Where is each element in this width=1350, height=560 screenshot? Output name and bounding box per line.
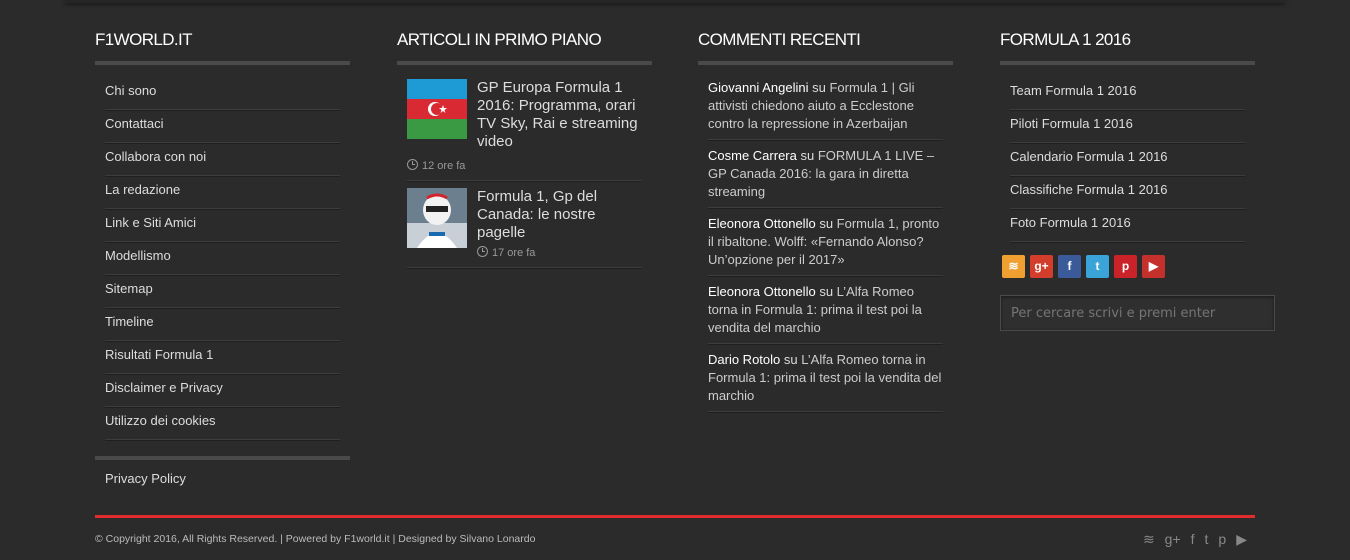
site-link-item[interactable]: Disclaimer e Privacy — [105, 375, 340, 407]
site-link-item[interactable]: Contattaci — [105, 111, 340, 143]
widget-featured-articles: ARTICOLI IN PRIMO PIANO GP Europa Formul… — [397, 26, 652, 268]
site-link-item[interactable]: La redazione — [105, 177, 340, 209]
google-plus-icon[interactable]: g+ — [1165, 531, 1181, 547]
site-links-list: Chi sono Contattaci Collabora con noi La re… — [105, 78, 340, 440]
post-time: 12 ore fa — [407, 151, 642, 172]
comment-on-label: su — [800, 148, 815, 163]
footer-social-icons: ≋ g+ f t p ▶ — [1133, 531, 1247, 549]
widget-recent-comments: COMMENTI RECENTI Giovanni Angelini su Fo… — [698, 26, 953, 419]
formula1-link-item[interactable]: Piloti Formula 1 2016 — [1010, 111, 1245, 143]
widget-privacy: Privacy Policy — [95, 456, 350, 498]
site-link-item[interactable]: Risultati Formula 1 — [105, 342, 340, 374]
site-link-item[interactable]: Chi sono — [105, 78, 340, 110]
footer-divider — [95, 515, 1255, 518]
comment-on-label: su — [783, 352, 798, 367]
comment-author-link[interactable]: Eleonora Ottonello — [708, 284, 816, 299]
site-link-item[interactable]: Link e Siti Amici — [105, 210, 340, 242]
recent-comments-list: Giovanni Angelini su Formula 1 | Gli att… — [708, 79, 943, 412]
comment-item: Dario Rotolo su L’Alfa Romeo torna in Fo… — [708, 351, 943, 412]
header-bottom-shadow — [65, 0, 1285, 3]
pinterest-icon[interactable]: p — [1114, 255, 1137, 278]
comment-on-label: su — [819, 284, 834, 299]
comment-item: Cosme Carrera su FORMULA 1 LIVE – GP Can… — [708, 147, 943, 208]
rss-icon[interactable]: ≋ — [1002, 255, 1025, 278]
social-icons: ≋ g+ f t p ▶ — [1002, 255, 1255, 279]
formula1-link-item[interactable]: Foto Formula 1 2016 — [1010, 210, 1245, 242]
site-link-item[interactable]: Sitemap — [105, 276, 340, 308]
widget-formula1-2016: FORMULA 1 2016 Team Formula 1 2016 Piloti… — [1000, 26, 1275, 331]
comment-author-link[interactable]: Cosme Carrera — [708, 148, 797, 163]
formula1-links-list: Team Formula 1 2016 Piloti Formula 1 2016… — [1010, 78, 1245, 242]
comment-item: Eleonora Ottonello su Formula 1, pronto … — [708, 215, 943, 276]
widget-title: F1WORLD.IT — [95, 26, 350, 65]
facebook-icon[interactable]: f — [1058, 255, 1081, 278]
twitter-icon[interactable]: t — [1205, 531, 1209, 547]
formula1-link-item[interactable]: Classifiche Formula 1 2016 — [1010, 177, 1245, 209]
widget-title: COMMENTI RECENTI — [698, 26, 953, 65]
comment-on-label: su — [812, 80, 826, 95]
comment-item: Giovanni Angelini su Formula 1 | Gli att… — [708, 79, 943, 140]
site-link-item[interactable]: Collabora con noi — [105, 144, 340, 176]
google-plus-icon[interactable]: g+ — [1030, 255, 1053, 278]
widget-f1world: F1WORLD.IT Chi sono Contattaci Collabora c… — [95, 26, 350, 441]
privacy-policy-link[interactable]: Privacy Policy — [105, 466, 340, 497]
site-link-item[interactable]: Utilizzo dei cookies — [105, 408, 340, 440]
formula1-link-item[interactable]: Calendario Formula 1 2016 — [1010, 144, 1245, 176]
search-input[interactable] — [1000, 295, 1275, 331]
featured-post: GP Europa Formula 1 2016: Programma, ora… — [407, 79, 642, 181]
comment-on-label: su — [819, 216, 834, 231]
widget-title: FORMULA 1 2016 — [1000, 26, 1255, 65]
rss-icon[interactable]: ≋ — [1143, 531, 1155, 548]
widget-title: ARTICOLI IN PRIMO PIANO — [397, 26, 652, 65]
post-thumbnail-driver-helmet[interactable] — [407, 188, 467, 248]
comment-author-link[interactable]: Dario Rotolo — [708, 352, 780, 367]
pinterest-icon[interactable]: p — [1218, 531, 1226, 547]
clock-icon — [407, 159, 418, 170]
youtube-icon[interactable]: ▶ — [1142, 255, 1165, 278]
twitter-icon[interactable]: t — [1086, 255, 1109, 278]
comment-author-link[interactable]: Giovanni Angelini — [708, 80, 808, 95]
comment-author-link[interactable]: Eleonora Ottonello — [708, 216, 816, 231]
facebook-icon[interactable]: f — [1191, 531, 1195, 547]
formula1-link-item[interactable]: Team Formula 1 2016 — [1010, 78, 1245, 110]
site-link-item[interactable]: Timeline — [105, 309, 340, 341]
clock-icon — [477, 246, 488, 257]
youtube-icon[interactable]: ▶ — [1236, 531, 1247, 548]
copyright-text: © Copyright 2016, All Rights Reserved. |… — [95, 533, 536, 545]
site-link-item[interactable]: Modellismo — [105, 243, 340, 275]
featured-post: Formula 1, Gp del Canada: le nostre page… — [407, 188, 642, 268]
comment-item: Eleonora Ottonello su L’Alfa Romeo torna… — [708, 283, 943, 344]
post-thumbnail-azerbaijan-flag[interactable] — [407, 79, 467, 139]
